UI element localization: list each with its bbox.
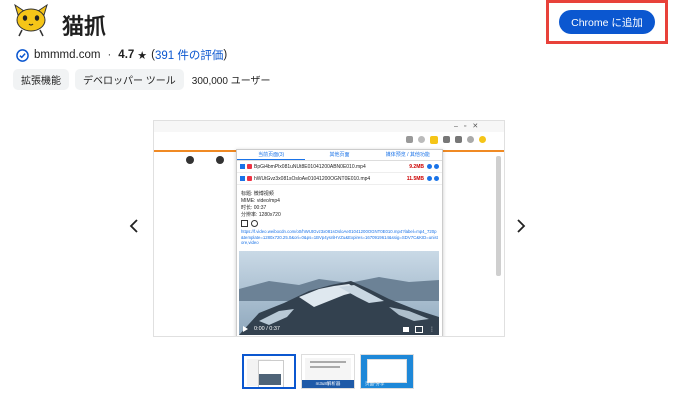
thumbnail-1[interactable] <box>242 354 296 389</box>
thumb-caption: m3u8解析器 <box>302 380 354 388</box>
popup-details: 标题: 微博视频 MIME: video/mp4 时长: 00:37 分辨率: … <box>237 185 442 246</box>
popup-file-row[interactable]: BpGi4bmPlx081uNUt8E01041200ABN0E010.mp4 … <box>237 161 442 173</box>
popup-tab-preview[interactable]: 媒体预览 / 其他功能 <box>374 150 442 160</box>
media-url[interactable]: https://f.video.weibocdn.com/o0/hWUtGvz3… <box>241 229 438 246</box>
video-icon <box>247 164 252 169</box>
chip-developer-tools[interactable]: デベロッパー ツール <box>75 69 184 90</box>
popup-tab-other[interactable]: 其他页面 <box>305 150 373 160</box>
screenshot-titlebar <box>154 121 504 132</box>
video-icon <box>247 176 252 181</box>
file-name: hWUtGvz3x081sOsloAe01041200OGNT0E010.mp4 <box>254 175 371 182</box>
thumbnail-3[interactable]: 页面-分享 <box>360 354 414 389</box>
category-chips: 拡張機能 デベロッパー ツール 300,000 ユーザー <box>13 69 271 90</box>
carousel-prev-button[interactable] <box>129 219 139 237</box>
separator: · <box>107 49 112 61</box>
volume-icon[interactable] <box>403 326 409 332</box>
detail-icons <box>241 220 438 227</box>
thumb-video <box>259 374 281 385</box>
add-button-highlight: Chrome に追加 <box>546 0 668 44</box>
carousel-main-screenshot: –▫✕ 当前页面(3) 其他页面 媒体预览 / 其他功能 BpGi4bmPlx0… <box>153 120 505 337</box>
window-controls: –▫✕ <box>454 123 485 130</box>
copy-icon[interactable] <box>427 176 432 181</box>
checkbox-icon[interactable] <box>240 164 245 169</box>
popup-file-row[interactable]: hWUtGvz3x081sOsloAe01041200OGNT0E010.mp4… <box>237 173 442 185</box>
popup-tabs: 当前页面(3) 其他页面 媒体预览 / 其他功能 <box>237 150 442 161</box>
detail-line: 分辨率: 1280x720 <box>241 212 281 218</box>
detail-line: MIME: video/mp4 <box>241 198 280 204</box>
chevron-right-icon <box>517 219 526 233</box>
more-options-icon[interactable]: ⋮ <box>429 326 435 333</box>
page-scrollbar[interactable] <box>496 156 501 276</box>
reviews-close-paren: ) <box>223 49 228 61</box>
qrcode-icon[interactable] <box>241 220 248 227</box>
video-controls: 0:00 / 0:37 ⋮ <box>239 323 439 335</box>
detail-line: 标题: 微博视频 <box>241 191 274 197</box>
toolbar-icons <box>406 136 496 146</box>
extension-title: 猫抓 <box>62 15 107 40</box>
rating-value: 4.7 <box>118 49 135 61</box>
user-count: 300,000 ユーザー <box>191 76 271 87</box>
extension-logo <box>12 3 50 37</box>
page-icon-a <box>186 156 194 164</box>
thumb-line <box>310 361 346 363</box>
play-icon[interactable] <box>243 326 248 332</box>
file-name: BpGi4bmPlx081uNUt8E01041200ABN0E010.mp4 <box>254 163 366 170</box>
detail-line: 时长: 00:37 <box>241 205 267 211</box>
checkbox-icon[interactable] <box>240 176 245 181</box>
thumb-line <box>310 366 340 368</box>
carousel-next-button[interactable] <box>516 219 526 237</box>
video-time: 0:00 / 0:37 <box>254 326 280 332</box>
chevron-left-icon <box>129 219 138 233</box>
website-link[interactable]: bmmmd.com <box>34 49 100 61</box>
carousel-thumbnails: m3u8解析器 页面-分享 <box>242 354 419 389</box>
chip-extension[interactable]: 拡張機能 <box>13 69 69 90</box>
file-size: 9.2MB <box>409 163 424 170</box>
verified-icon <box>16 48 29 62</box>
thumb-caption: 页面-分享 <box>365 381 385 386</box>
star-icon: ★ <box>137 49 148 62</box>
fullscreen-icon[interactable] <box>415 325 423 333</box>
download-icon[interactable] <box>434 164 439 169</box>
extension-meta: bmmmd.com · 4.7 ★ ( 391 件の評価 ) <box>16 47 227 63</box>
play-circle-icon[interactable] <box>251 220 258 227</box>
extension-popup: 当前页面(3) 其他页面 媒体预览 / 其他功能 BpGi4bmPlx081uN… <box>236 149 443 336</box>
thumbnail-2[interactable]: m3u8解析器 <box>301 354 355 389</box>
add-to-chrome-button[interactable]: Chrome に追加 <box>559 10 655 34</box>
file-size: 11.5MB <box>406 175 424 182</box>
download-icon[interactable] <box>434 176 439 181</box>
popup-tab-current[interactable]: 当前页面(3) <box>237 150 306 160</box>
reviews-link[interactable]: 391 件の評価 <box>155 47 223 63</box>
video-player[interactable]: 0:00 / 0:37 ⋮ <box>239 251 439 335</box>
page-icon-b <box>216 156 224 164</box>
copy-icon[interactable] <box>427 164 432 169</box>
